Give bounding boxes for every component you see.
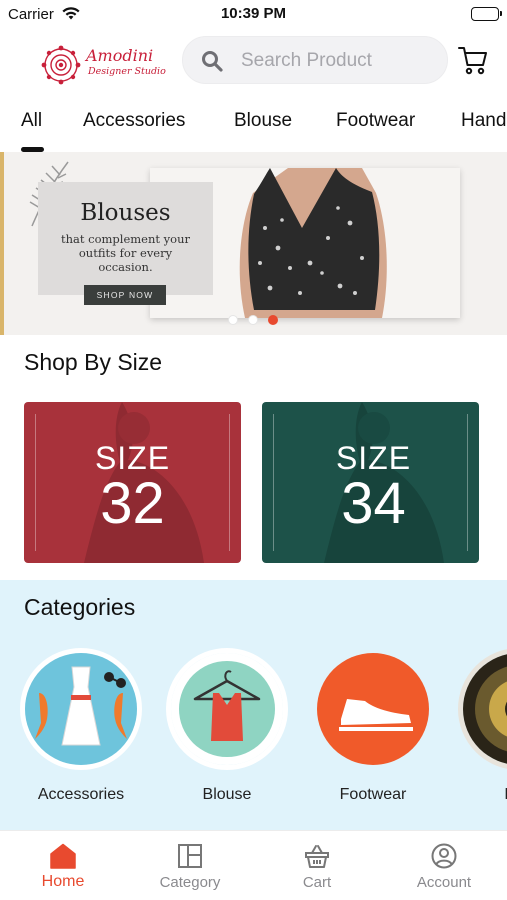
size-32-number: 32 bbox=[100, 471, 165, 536]
dress-accessories-icon bbox=[20, 648, 142, 770]
shoe-icon bbox=[312, 648, 434, 770]
category-accessories-label: Accessories bbox=[37, 786, 125, 803]
category-blouse-label: Blouse bbox=[202, 786, 252, 803]
tab-blouse[interactable]: Blouse bbox=[234, 110, 292, 132]
shop-now-button[interactable]: SHOP NOW bbox=[84, 285, 166, 305]
brand-logo[interactable]: Amodini Designer Studio bbox=[40, 44, 166, 86]
nav-category-label: Category bbox=[159, 874, 221, 891]
nav-home[interactable]: Home bbox=[0, 831, 126, 900]
nav-cart[interactable]: Cart bbox=[254, 831, 380, 900]
carousel-dot[interactable] bbox=[228, 315, 238, 325]
size-34-number: 34 bbox=[341, 471, 406, 536]
header: Amodini Designer Studio bbox=[0, 30, 507, 94]
nav-cart-label: Cart bbox=[302, 874, 332, 891]
category-footwear-label: Footwear bbox=[339, 786, 407, 803]
tab-hand[interactable]: Hand bbox=[461, 110, 506, 132]
cart-icon[interactable] bbox=[457, 44, 489, 81]
category-han-label: Han bbox=[454, 786, 507, 804]
home-icon bbox=[50, 843, 76, 874]
hanger-top-icon bbox=[166, 648, 288, 770]
bottom-navigation: Home Category Cart Account bbox=[0, 830, 507, 900]
account-icon bbox=[431, 843, 457, 874]
banner-subtitle: that complement your outfits for every o… bbox=[61, 232, 190, 274]
previous-slide-edge bbox=[0, 152, 4, 335]
shop-by-size-heading: Shop By Size bbox=[24, 349, 163, 375]
nav-account-label: Account bbox=[416, 874, 472, 891]
carousel-dot-active[interactable] bbox=[268, 315, 278, 325]
size-32-card[interactable]: SIZE 32 bbox=[24, 402, 241, 563]
brand-tagline: Designer Studio bbox=[88, 66, 166, 77]
brand-name: Amodini bbox=[86, 46, 154, 65]
search-icon[interactable] bbox=[201, 50, 223, 77]
tab-footwear[interactable]: Footwear bbox=[336, 110, 415, 132]
tab-all[interactable]: All bbox=[21, 110, 42, 132]
status-bar: Carrier 10:39 PM bbox=[0, 0, 507, 30]
nav-account[interactable]: Account bbox=[381, 831, 507, 900]
carousel-dot[interactable] bbox=[248, 315, 258, 325]
promo-banner[interactable]: Blouses that complement your outfits for… bbox=[0, 152, 507, 335]
banner-text-card: Blouses that complement your outfits for… bbox=[38, 182, 213, 305]
search-input[interactable] bbox=[241, 47, 431, 75]
battery-icon bbox=[471, 7, 502, 21]
clock: 10:39 PM bbox=[220, 5, 287, 22]
tab-accessories[interactable]: Accessories bbox=[83, 110, 185, 132]
basket-icon bbox=[304, 843, 330, 874]
categories-heading: Categories bbox=[24, 594, 136, 620]
category-icon bbox=[177, 843, 203, 874]
search-bar[interactable] bbox=[182, 36, 448, 84]
handbag-icon bbox=[458, 648, 507, 770]
nav-category[interactable]: Category bbox=[127, 831, 253, 900]
mandala-icon bbox=[41, 45, 81, 85]
size-34-card[interactable]: SIZE 34 bbox=[262, 402, 479, 563]
categories-section: Categories Accessories Blouse Footwear bbox=[0, 580, 507, 830]
nav-home-label: Home bbox=[41, 873, 85, 890]
banner-title: Blouses bbox=[80, 200, 171, 226]
category-tabs: All Accessories Blouse Footwear Hand bbox=[0, 104, 507, 152]
